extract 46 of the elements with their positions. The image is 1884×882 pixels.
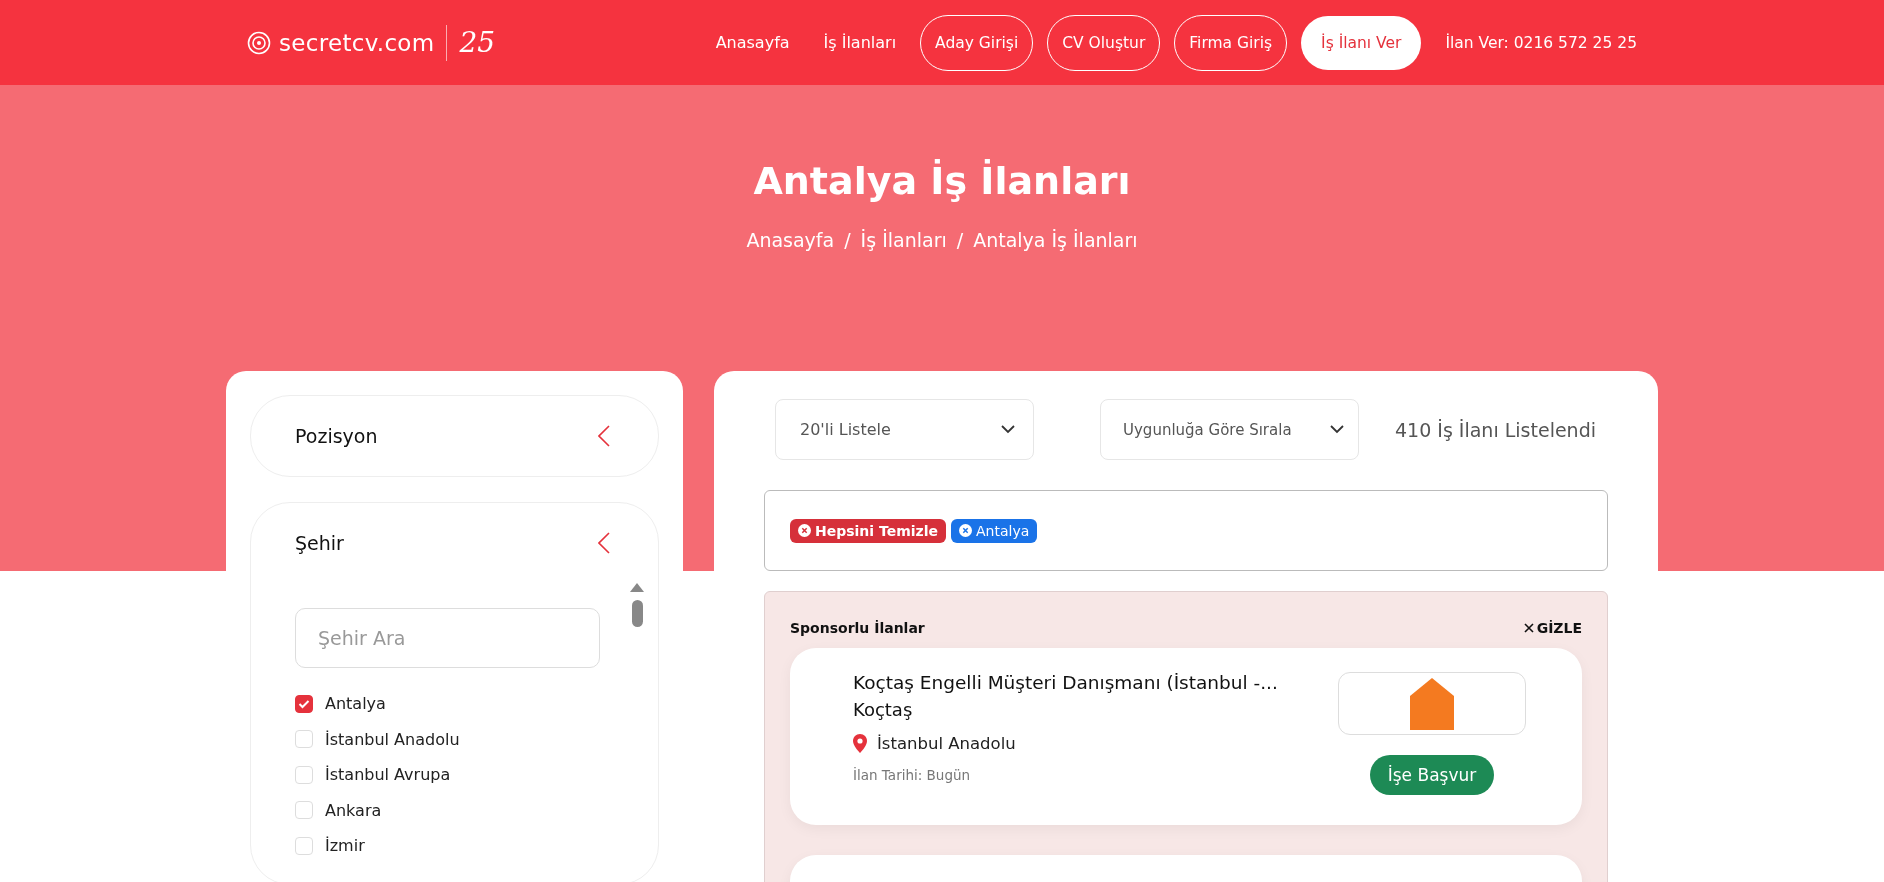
result-count: 410 İş İlanı Listelendi bbox=[1395, 418, 1596, 441]
page-size-select[interactable]: 20'li Listele bbox=[775, 399, 1034, 460]
chevron-down-icon bbox=[1001, 425, 1015, 434]
remove-icon bbox=[798, 524, 811, 537]
check-icon bbox=[298, 698, 310, 709]
clear-all-chip[interactable]: Hepsini Temizle bbox=[790, 518, 947, 543]
company-name: Koçtaş bbox=[853, 699, 914, 720]
city-option[interactable]: İstanbul Anadolu bbox=[325, 729, 460, 749]
breadcrumb-link[interactable]: Antalya İş İlanları bbox=[973, 229, 1138, 251]
chevron-icon[interactable] bbox=[598, 425, 610, 447]
hide-button[interactable]: GİZLE bbox=[1523, 620, 1582, 636]
close-icon bbox=[1523, 623, 1534, 633]
sort-select[interactable]: Uygunluğa Göre Sırala bbox=[1100, 399, 1359, 460]
remove-icon bbox=[959, 524, 973, 537]
breadcrumb-separator: / bbox=[956, 229, 964, 251]
anniversary-number: 25 bbox=[459, 26, 496, 59]
phone-number: İlan Ver: 0216 572 25 25 bbox=[1445, 33, 1637, 52]
breadcrumb-link[interactable]: İş İlanları bbox=[860, 229, 947, 251]
filter-title[interactable]: Şehir bbox=[295, 532, 344, 554]
location-pin-icon bbox=[853, 734, 867, 753]
scrollbar-thumb[interactable] bbox=[631, 600, 643, 627]
nav-link[interactable]: Anasayfa bbox=[705, 33, 800, 52]
filter-title[interactable]: Pozisyon bbox=[295, 425, 378, 447]
chevron-down-icon bbox=[1330, 425, 1344, 434]
nav-link[interactable]: İş İlanları bbox=[813, 33, 907, 52]
section-title: Sponsorlu İlanlar bbox=[790, 620, 925, 636]
scroll-up-icon[interactable] bbox=[630, 583, 644, 592]
posting-date: İlan Tarihi: Bugün bbox=[853, 767, 972, 783]
page-title: Antalya İş İlanları bbox=[752, 159, 1132, 203]
job-title[interactable]: Koçtaş Engelli Müşteri Danışmanı (İstanbul -... bbox=[853, 672, 1278, 693]
city-option[interactable]: İstanbul Avrupa bbox=[325, 765, 451, 785]
filter-chip[interactable]: Antalya bbox=[951, 518, 1038, 543]
city-option[interactable]: Antalya bbox=[325, 694, 386, 714]
house-logo-icon bbox=[1410, 677, 1454, 730]
breadcrumb-link[interactable]: Anasayfa bbox=[746, 229, 835, 251]
city-search-field[interactable]: Şehir Ara bbox=[295, 608, 600, 668]
city-option[interactable]: İzmir bbox=[325, 836, 365, 856]
city-option[interactable]: Ankara bbox=[325, 800, 382, 820]
nav-button[interactable]: İş İlanı Ver bbox=[1301, 15, 1422, 70]
target-logo-icon bbox=[247, 30, 271, 55]
chevron-icon[interactable] bbox=[598, 532, 610, 554]
breadcrumb-separator: / bbox=[844, 229, 851, 251]
logo-text[interactable]: secretcv.com bbox=[279, 29, 435, 56]
checkbox[interactable] bbox=[295, 694, 313, 713]
apply-button[interactable]: İşe Başvur bbox=[1369, 755, 1495, 795]
job-location: İstanbul Anadolu bbox=[877, 734, 1016, 753]
